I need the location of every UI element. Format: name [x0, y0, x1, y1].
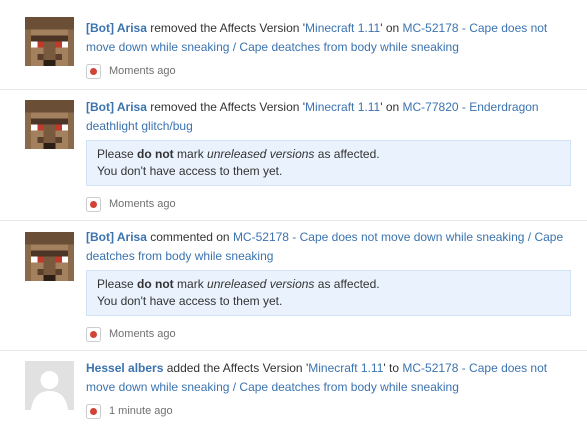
action-text: removed the Affects Version '	[146, 21, 306, 35]
author-link[interactable]: [Bot] Arisa	[86, 100, 147, 114]
activity-text: Hessel albers added the Affects Version …	[86, 359, 571, 397]
action-text: ' to	[383, 361, 403, 375]
version-link[interactable]: Minecraft 1.11	[305, 21, 380, 35]
author-link[interactable]: [Bot] Arisa	[86, 230, 147, 244]
activity-text: [Bot] Arisa removed the Affects Version …	[86, 19, 571, 57]
comment-line: Please do not mark unreleased versions a…	[97, 277, 380, 291]
comment-line: Please do not mark unreleased versions a…	[97, 147, 380, 161]
bug-issue-type-icon	[86, 326, 101, 342]
divider	[0, 350, 587, 351]
author-link[interactable]: [Bot] Arisa	[86, 21, 147, 35]
timestamp[interactable]: Moments ago	[109, 198, 176, 210]
villager-avatar-icon[interactable]	[25, 232, 74, 281]
timestamp[interactable]: Moments ago	[109, 65, 176, 77]
default-avatar-icon[interactable]	[25, 361, 74, 410]
comment-line: You don't have access to them yet.	[97, 294, 283, 308]
bug-issue-type-icon	[86, 196, 101, 212]
villager-avatar-icon[interactable]	[25, 100, 74, 149]
divider	[0, 220, 587, 221]
timestamp[interactable]: 1 minute ago	[109, 405, 173, 417]
activity-meta: Moments ago	[86, 326, 571, 342]
villager-avatar-icon[interactable]	[25, 17, 74, 66]
version-link[interactable]: Minecraft 1.11	[308, 361, 383, 375]
action-text: ' on	[380, 21, 403, 35]
comment-line: You don't have access to them yet.	[97, 164, 283, 178]
activity-text: [Bot] Arisa removed the Affects Version …	[86, 98, 571, 136]
timestamp[interactable]: Moments ago	[109, 328, 176, 340]
bug-issue-type-icon	[86, 403, 101, 419]
author-link[interactable]: Hessel albers	[86, 361, 163, 375]
action-text: removed the Affects Version '	[146, 100, 306, 114]
activity-meta: Moments ago	[86, 196, 571, 212]
activity-meta: 1 minute ago	[86, 403, 571, 419]
comment-body: Please do not mark unreleased versions a…	[86, 270, 571, 316]
activity-text: [Bot] Arisa commented on MC-52178 - Cape…	[86, 228, 571, 266]
activity-meta: Moments ago	[86, 63, 571, 79]
action-text: commented on	[146, 230, 233, 244]
action-text: added the Affects Version '	[163, 361, 309, 375]
divider	[0, 89, 587, 90]
version-link[interactable]: Minecraft 1.11	[305, 100, 380, 114]
comment-body: Please do not mark unreleased versions a…	[86, 140, 571, 186]
bug-issue-type-icon	[86, 63, 101, 79]
action-text: ' on	[380, 100, 403, 114]
